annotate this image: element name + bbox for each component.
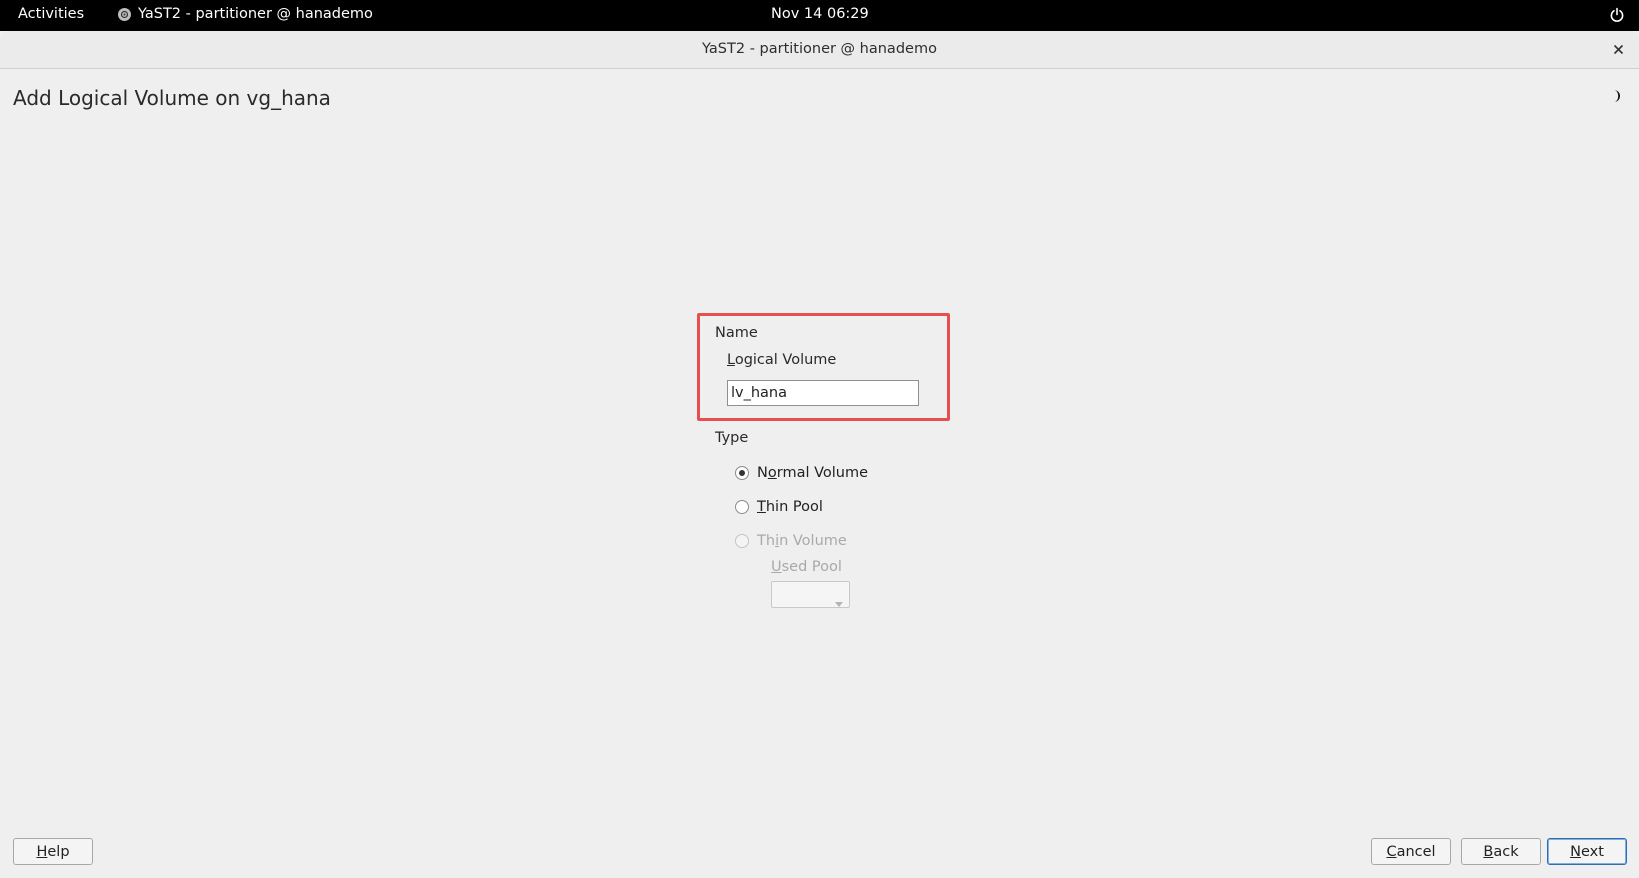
radio-button[interactable] <box>735 466 749 480</box>
theme-toggle-icon[interactable] <box>1608 88 1622 107</box>
radio-normal-volume[interactable]: Normal Volume <box>735 465 868 481</box>
window-title: YaST2 - partitioner @ hanademo <box>702 41 937 57</box>
radio-label: Thin Pool <box>757 499 823 515</box>
type-section-label: Type <box>715 430 749 446</box>
power-icon[interactable] <box>1609 7 1625 27</box>
dialog-content: Add Logical Volume on vg_hana Name Logic… <box>0 70 1639 878</box>
logical-volume-input[interactable] <box>727 380 919 406</box>
radio-label: Thin Volume <box>757 533 847 549</box>
radio-thin-pool[interactable]: Thin Pool <box>735 499 823 515</box>
dialog-title: Add Logical Volume on vg_hana <box>13 86 331 110</box>
app-icon <box>118 7 131 21</box>
dropdown-arrow-icon <box>835 592 843 611</box>
used-pool-select <box>771 581 850 608</box>
radio-button[interactable] <box>735 500 749 514</box>
next-button[interactable]: Next <box>1547 838 1627 865</box>
cancel-button[interactable]: Cancel <box>1371 838 1451 865</box>
help-button[interactable]: Help <box>13 838 93 865</box>
app-menu[interactable]: YaST2 - partitioner @ hanademo <box>118 6 373 22</box>
top-bar: Activities YaST2 - partitioner @ hanadem… <box>0 0 1639 31</box>
window-titlebar: YaST2 - partitioner @ hanademo <box>0 31 1639 69</box>
used-pool-label: Used Pool <box>771 559 842 575</box>
clock[interactable]: Nov 14 06:29 <box>771 6 869 22</box>
close-icon[interactable] <box>1609 40 1627 58</box>
radio-label: Normal Volume <box>757 465 869 481</box>
back-button[interactable]: Back <box>1461 838 1541 865</box>
logical-volume-label: Logical Volume <box>727 352 837 368</box>
name-section-label: Name <box>715 325 758 341</box>
radio-button <box>735 534 749 548</box>
radio-thin-volume: Thin Volume <box>735 533 847 549</box>
activities-button[interactable]: Activities <box>18 6 84 22</box>
app-menu-label: YaST2 - partitioner @ hanademo <box>138 6 373 22</box>
